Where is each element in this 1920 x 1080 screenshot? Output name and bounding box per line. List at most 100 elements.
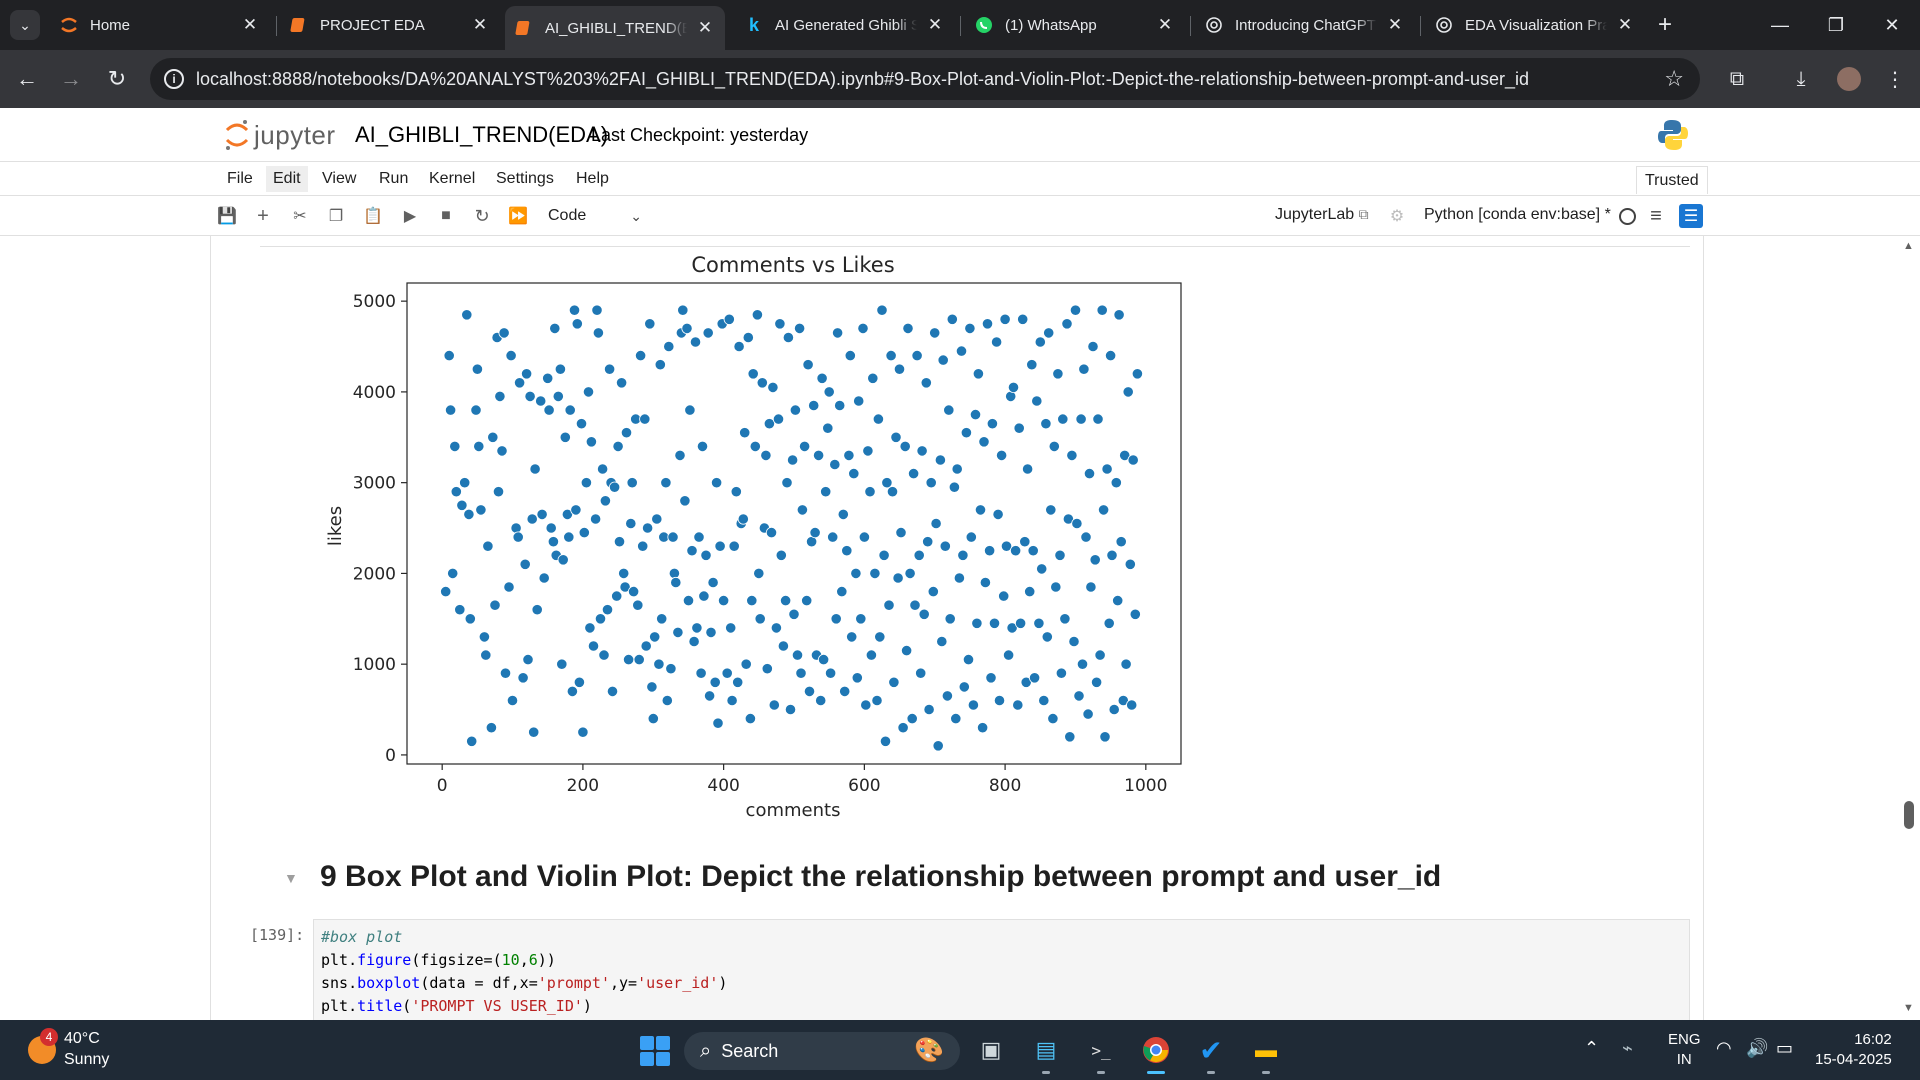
collapse-chevron-icon[interactable]: ▼ bbox=[284, 870, 298, 886]
save-button[interactable]: 💾 bbox=[215, 204, 239, 228]
close-icon[interactable]: ✕ bbox=[1155, 15, 1175, 35]
scatter-point bbox=[705, 626, 717, 638]
info-icon[interactable]: i bbox=[164, 69, 184, 89]
volume-icon[interactable]: 🔊 bbox=[1746, 1038, 1768, 1059]
tab-chatgpt[interactable]: Introducing ChatGPT ✕ bbox=[1195, 8, 1415, 42]
close-icon[interactable]: ✕ bbox=[1615, 15, 1635, 35]
menu-settings[interactable]: Settings bbox=[489, 166, 561, 192]
run-button[interactable]: ▶ bbox=[398, 204, 422, 228]
system-clock[interactable]: 16:02 15-04-2025 bbox=[1815, 1030, 1892, 1070]
cut-button[interactable]: ✂ bbox=[288, 204, 312, 228]
scatter-point bbox=[936, 635, 948, 648]
star-icon[interactable]: ☆ bbox=[1664, 66, 1684, 92]
menu-kernel[interactable]: Kernel bbox=[422, 166, 482, 192]
window-close-button[interactable]: ✕ bbox=[1864, 0, 1920, 50]
scatter-point bbox=[679, 495, 691, 507]
todo-app[interactable]: ✔ bbox=[1194, 1034, 1228, 1074]
scatter-point bbox=[682, 594, 695, 607]
scatter-point bbox=[865, 649, 878, 661]
back-button[interactable]: ← bbox=[12, 64, 42, 94]
notebook-title[interactable]: AI_GHIBLI_TREND(EDA) bbox=[355, 122, 608, 148]
scatter-point bbox=[796, 504, 808, 516]
tab-home[interactable]: Home ✕ bbox=[50, 8, 270, 42]
taskbar-search[interactable]: ⌕ Search 🎨 bbox=[684, 1032, 960, 1070]
tab-project-eda[interactable]: PROJECT EDA ✕ bbox=[280, 8, 500, 42]
close-icon[interactable]: ✕ bbox=[1385, 15, 1405, 35]
address-bar[interactable]: i localhost:8888/notebooks/DA%20ANALYST%… bbox=[150, 58, 1700, 100]
menu-file[interactable]: File bbox=[220, 166, 260, 192]
file-explorer-app[interactable]: ▬ bbox=[1249, 1034, 1283, 1074]
scatter-point bbox=[795, 667, 807, 679]
paste-button[interactable]: 📋 bbox=[361, 204, 385, 228]
restart-run-all-button[interactable]: ⏩ bbox=[506, 204, 530, 228]
close-icon[interactable]: ✕ bbox=[925, 15, 945, 35]
markdown-heading-cell[interactable]: ▼ 9 Box Plot and Violin Plot: Depict the… bbox=[220, 860, 1520, 910]
tab-ai-ghibli-trend[interactable]: AI_GHIBLI_TREND(ED ✕ bbox=[505, 6, 725, 50]
wifi-icon[interactable]: ◠ bbox=[1716, 1038, 1732, 1059]
interrupt-button[interactable]: ■ bbox=[434, 204, 458, 228]
scrollbar-thumb[interactable] bbox=[1904, 801, 1914, 829]
kernel-name[interactable]: Python [conda env:base] * bbox=[1424, 206, 1611, 224]
toc-button[interactable]: ≡ bbox=[1644, 204, 1668, 228]
tab-kaggle[interactable]: k AI Generated Ghibli S ✕ bbox=[735, 8, 955, 42]
copy-icon: ❐ bbox=[328, 208, 344, 225]
reload-button[interactable]: ↻ bbox=[102, 64, 132, 94]
minimize-button[interactable]: — bbox=[1752, 0, 1808, 50]
restart-button[interactable]: ↻ bbox=[470, 204, 494, 228]
battery-icon[interactable]: ▭ bbox=[1776, 1038, 1793, 1059]
scroll-up-icon[interactable]: ▲ bbox=[1903, 240, 1914, 252]
show-hidden-icons-button[interactable]: ⌃ bbox=[1584, 1038, 1599, 1059]
scatter-point bbox=[566, 685, 578, 697]
code-cell[interactable]: #box plot plt.figure(figsize=(10,6)) sns… bbox=[313, 919, 1690, 1020]
chrome-app[interactable] bbox=[1139, 1034, 1173, 1074]
scatter-point bbox=[925, 477, 937, 489]
scatter-point bbox=[1127, 454, 1139, 466]
tab-search-button[interactable]: ⌄ bbox=[10, 10, 40, 40]
jupyter-logo[interactable]: jupyter bbox=[224, 118, 336, 152]
close-icon[interactable]: ✕ bbox=[240, 15, 260, 35]
tab-eda-visualization[interactable]: EDA Visualization Pra ✕ bbox=[1425, 8, 1645, 42]
cell-type-select[interactable]: Code ⌄ bbox=[540, 204, 650, 228]
terminal-app[interactable]: >_ bbox=[1084, 1034, 1118, 1074]
jupyter-notebook-icon bbox=[290, 16, 308, 34]
scroll-down-icon[interactable]: ▼ bbox=[1903, 1002, 1914, 1014]
language-indicator[interactable]: ENG IN bbox=[1668, 1030, 1701, 1070]
extensions-button[interactable]: ⧉ bbox=[1722, 64, 1752, 94]
insert-cell-button[interactable]: + bbox=[251, 204, 275, 228]
copy-button[interactable]: ❐ bbox=[324, 204, 348, 228]
menu-help[interactable]: Help bbox=[569, 166, 616, 192]
scatter-point bbox=[1028, 672, 1041, 684]
close-icon[interactable]: ✕ bbox=[695, 18, 715, 38]
task-view-button[interactable]: ▣ bbox=[974, 1034, 1008, 1066]
windows-logo-icon bbox=[640, 1036, 654, 1050]
scatter-point bbox=[587, 640, 600, 652]
menu-run[interactable]: Run bbox=[372, 166, 415, 192]
start-button[interactable] bbox=[640, 1036, 670, 1066]
forward-button[interactable]: → bbox=[56, 64, 86, 94]
tab-whatsapp[interactable]: (1) WhatsApp ✕ bbox=[965, 8, 1185, 42]
jupyter-menubar: File Edit View Run Kernel Settings Help … bbox=[0, 162, 1920, 196]
browser-menu-button[interactable]: ⋮ bbox=[1880, 64, 1910, 94]
property-inspector-button[interactable]: ☰ bbox=[1679, 204, 1703, 228]
scatter-point bbox=[618, 567, 630, 579]
kernel-settings-icon[interactable]: ⚙ bbox=[1385, 204, 1409, 228]
scatter-point bbox=[742, 331, 754, 344]
tab-separator bbox=[1420, 16, 1421, 36]
profile-button[interactable] bbox=[1834, 64, 1864, 94]
menu-view[interactable]: View bbox=[315, 166, 363, 192]
plot-frame bbox=[406, 282, 1182, 765]
scatter-point bbox=[611, 590, 623, 602]
kernel-status-icon bbox=[1619, 208, 1636, 225]
notepad-app[interactable]: ▤ bbox=[1029, 1034, 1063, 1074]
trusted-indicator[interactable]: Trusted bbox=[1636, 166, 1708, 194]
new-tab-button[interactable]: + bbox=[1650, 10, 1680, 40]
jupyterlab-link[interactable]: JupyterLab ⧉ bbox=[1275, 206, 1369, 224]
notebook-scrollbar[interactable]: ▲ ▼ bbox=[1898, 236, 1920, 1020]
restore-button[interactable]: ❐ bbox=[1808, 0, 1864, 50]
scatter-point bbox=[827, 531, 839, 543]
scatter-point bbox=[918, 608, 930, 620]
network-offline-icon[interactable]: ⌁ bbox=[1622, 1038, 1633, 1059]
menu-edit[interactable]: Edit bbox=[266, 166, 308, 192]
downloads-button[interactable]: ⤓ bbox=[1786, 64, 1816, 94]
close-icon[interactable]: ✕ bbox=[470, 15, 490, 35]
